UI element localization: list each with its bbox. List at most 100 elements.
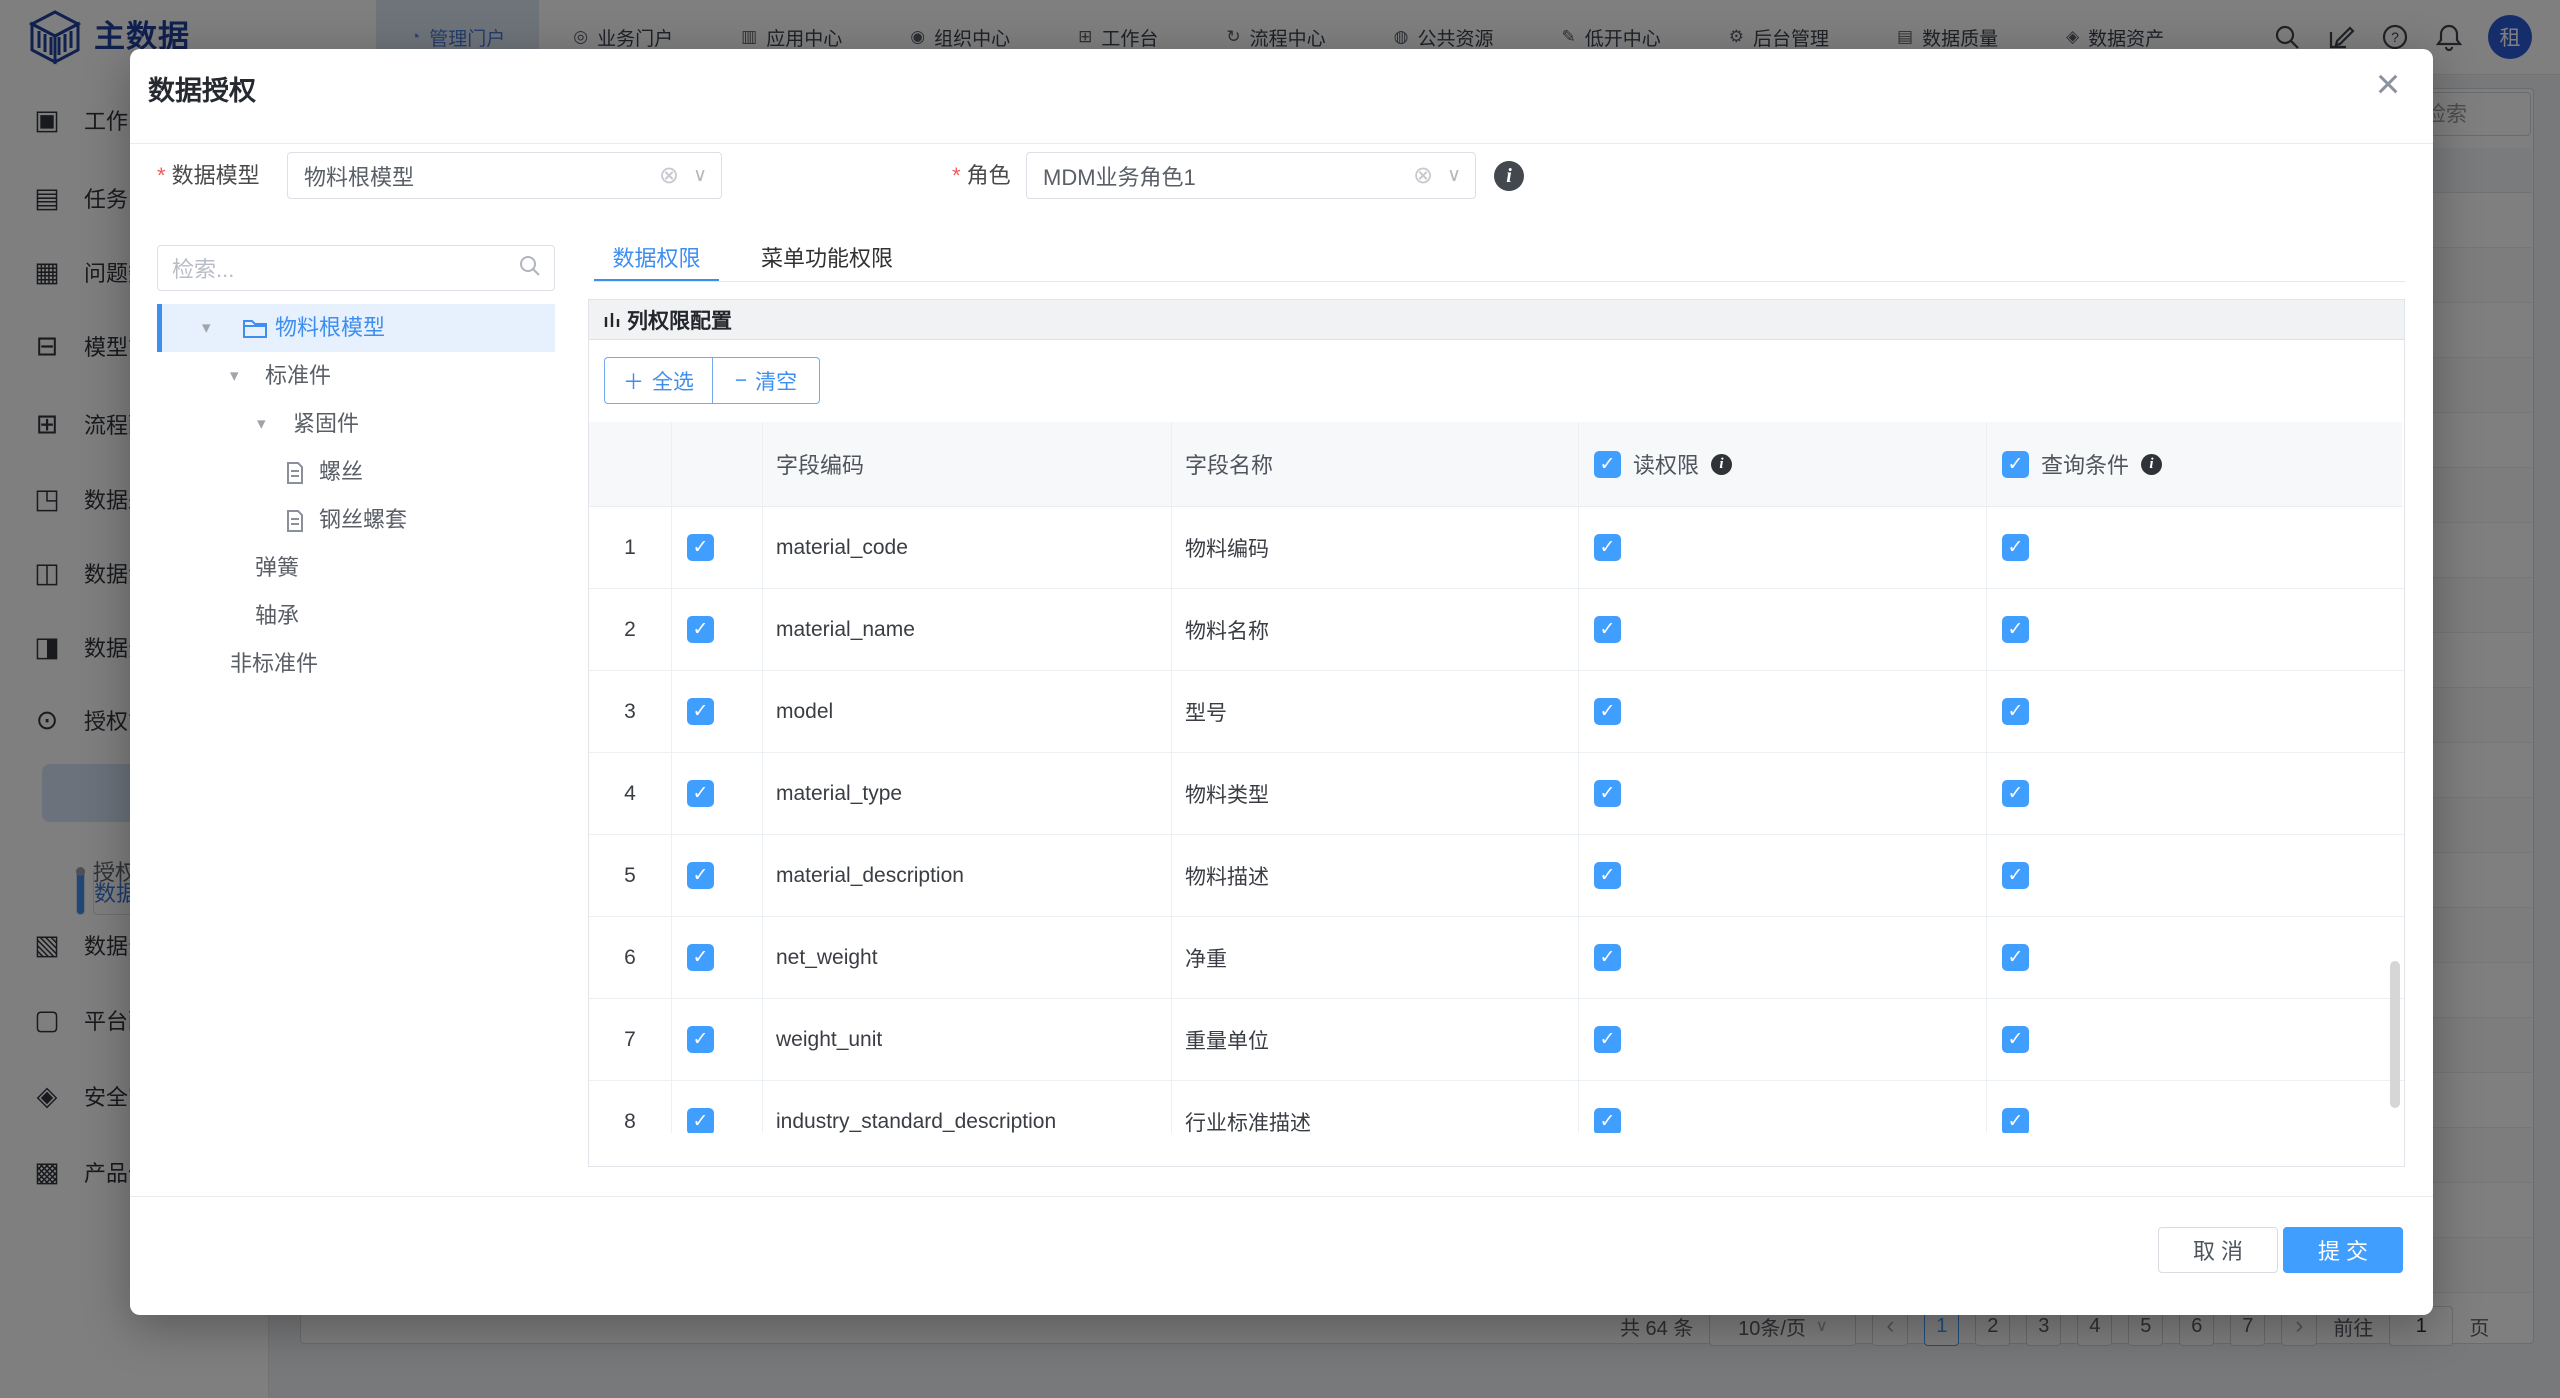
info-icon[interactable]: i (1711, 454, 1732, 475)
tree-node-label: 轴承 (255, 592, 299, 640)
read-permission-checkbox[interactable] (1594, 1026, 1621, 1053)
tree-node-label: 标准件 (265, 352, 331, 400)
row-checkbox[interactable] (687, 1108, 714, 1133)
data-authorization-modal: 数据授权 × *数据模型 物料根模型 ⊗ ∨ *角色 MDM业务角色1 ⊗ ∨ … (130, 49, 2433, 1315)
read-permission-checkbox[interactable] (1594, 616, 1621, 643)
bulk-actions: ＋全选 −清空 (604, 357, 820, 404)
tree-node-3[interactable]: 螺丝 (157, 448, 555, 496)
table-row-material_description: 5material_description物料描述 (589, 835, 2404, 917)
query-condition-checkbox[interactable] (2002, 698, 2029, 725)
query-condition-cell (1987, 835, 2402, 916)
query-condition-checkbox[interactable] (2002, 534, 2029, 561)
tree-node-label: 物料根模型 (275, 304, 385, 352)
search-icon (518, 254, 542, 283)
query-condition-checkbox[interactable] (2002, 1026, 2029, 1053)
table-row-material_type: 4material_type物料类型 (589, 753, 2404, 835)
field-code-cell: net_weight (763, 917, 1172, 998)
field-name-cell: 物料类型 (1172, 753, 1579, 834)
read-permission-checkbox[interactable] (1594, 862, 1621, 889)
tree-node-6[interactable]: 轴承 (157, 592, 555, 640)
panel-title: 列权限配置 (627, 305, 732, 335)
row-select-cell (672, 507, 763, 588)
read-permission-cell (1579, 917, 1987, 998)
column-chart-icon (603, 309, 621, 331)
tab-data-permission[interactable]: 数据权限 (594, 235, 719, 279)
row-select-cell (672, 917, 763, 998)
read-permission-checkbox[interactable] (1594, 698, 1621, 725)
close-icon[interactable]: × (2366, 57, 2410, 111)
table-row-material_name: 2material_name物料名称 (589, 589, 2404, 671)
read-permission-checkbox[interactable] (1594, 944, 1621, 971)
query-condition-checkbox[interactable] (2002, 862, 2029, 889)
read-permission-cell (1579, 589, 1987, 670)
field-name-cell: 行业标准描述 (1172, 1081, 1579, 1133)
query-condition-header-checkbox[interactable] (2002, 451, 2029, 478)
read-permission-checkbox[interactable] (1594, 1108, 1621, 1133)
row-checkbox[interactable] (687, 1026, 714, 1053)
cancel-button[interactable]: 取 消 (2158, 1227, 2278, 1273)
row-checkbox[interactable] (687, 698, 714, 725)
caret-down-icon[interactable]: ▾ (202, 304, 211, 352)
tree-node-7[interactable]: 非标准件 (157, 640, 555, 688)
tree-node-1[interactable]: ▾ 标准件 (157, 352, 555, 400)
clear-button[interactable]: −清空 (712, 357, 820, 404)
field-code-cell: model (763, 671, 1172, 752)
query-condition-checkbox[interactable] (2002, 1108, 2029, 1133)
row-checkbox[interactable] (687, 944, 714, 971)
role-value: MDM业务角色1 (1027, 160, 1413, 192)
query-condition-cell (1987, 671, 2402, 752)
query-condition-checkbox[interactable] (2002, 944, 2029, 971)
permission-table-body: 1material_code物料编码2material_name物料名称3mod… (589, 507, 2404, 1133)
permission-table-header: 字段编码 字段名称 读权限 i 查询条件 i (589, 422, 2404, 507)
row-select-cell (672, 671, 763, 752)
row-select-cell (672, 999, 763, 1080)
submit-button[interactable]: 提 交 (2283, 1227, 2403, 1273)
tree-node-4[interactable]: 钢丝螺套 (157, 496, 555, 544)
tree-node-0[interactable]: ▾ 物料根模型 (157, 304, 555, 352)
tree-node-label: 钢丝螺套 (319, 496, 407, 544)
caret-down-icon[interactable]: ▾ (230, 352, 239, 400)
read-permission-header-checkbox[interactable] (1594, 451, 1621, 478)
clear-icon[interactable]: ⊗ (1413, 161, 1433, 190)
field-code-cell: industry_standard_description (763, 1081, 1172, 1133)
panel-header: 列权限配置 (589, 300, 2404, 340)
tree-node-label: 弹簧 (255, 544, 299, 592)
row-index: 6 (589, 917, 672, 998)
query-condition-checkbox[interactable] (2002, 780, 2029, 807)
read-permission-cell (1579, 835, 1987, 916)
table-scrollbar-thumb[interactable] (2390, 961, 2400, 1108)
field-code-cell: weight_unit (763, 999, 1172, 1080)
caret-down-icon[interactable]: ▾ (257, 400, 266, 448)
select-all-button[interactable]: ＋全选 (604, 357, 712, 404)
role-select[interactable]: MDM业务角色1 ⊗ ∨ (1026, 152, 1476, 199)
read-permission-checkbox[interactable] (1594, 780, 1621, 807)
tree-node-2[interactable]: ▾紧固件 (157, 400, 555, 448)
query-condition-checkbox[interactable] (2002, 616, 2029, 643)
read-permission-checkbox[interactable] (1594, 534, 1621, 561)
tab-menu-function-permission[interactable]: 菜单功能权限 (749, 235, 905, 279)
tree-node-5[interactable]: 弹簧 (157, 544, 555, 592)
field-name-cell: 物料编码 (1172, 507, 1579, 588)
info-icon[interactable]: i (2141, 454, 2162, 475)
info-icon[interactable]: i (1494, 161, 1524, 191)
tree-search-input[interactable]: 检索... (157, 245, 555, 291)
column-permission-panel: 列权限配置 ＋全选 −清空 字段编码 字段名称 读权限 i 查询条件 i (588, 299, 2405, 1167)
required-asterisk: * (952, 163, 961, 188)
read-permission-cell (1579, 671, 1987, 752)
query-condition-cell (1987, 753, 2402, 834)
row-checkbox[interactable] (687, 780, 714, 807)
clear-icon[interactable]: ⊗ (659, 161, 679, 190)
data-model-label: *数据模型 (157, 152, 260, 199)
row-checkbox[interactable] (687, 534, 714, 561)
index-column-header (589, 422, 672, 507)
field-code-cell: material_description (763, 835, 1172, 916)
row-checkbox[interactable] (687, 862, 714, 889)
row-index: 2 (589, 589, 672, 670)
plus-icon: ＋ (623, 366, 644, 396)
row-checkbox[interactable] (687, 616, 714, 643)
row-select-cell (672, 1081, 763, 1133)
minus-icon: − (735, 369, 747, 393)
row-select-cell (672, 589, 763, 670)
field-code-cell: material_type (763, 753, 1172, 834)
data-model-select[interactable]: 物料根模型 ⊗ ∨ (287, 152, 722, 199)
